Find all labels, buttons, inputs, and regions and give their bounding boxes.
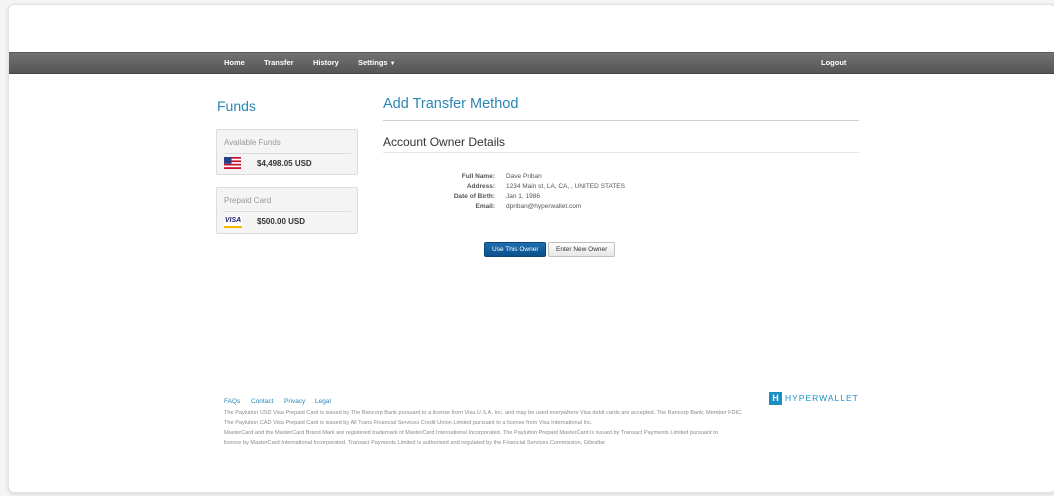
nav-home[interactable]: Home xyxy=(224,58,245,67)
detail-label-address: Address: xyxy=(466,183,495,190)
nav-logout[interactable]: Logout xyxy=(821,58,846,67)
footer-disclaimer-line: The Paylution CAD Visa Prepaid Card is i… xyxy=(224,420,593,426)
available-funds-card: Available Funds $4,498.05 USD xyxy=(216,129,358,175)
hyperwallet-logo: H HYPERWALLET xyxy=(769,391,859,405)
footer-disclaimer-line: The Paylution USD Visa Prepaid Card is i… xyxy=(224,410,743,416)
detail-label-email: Email: xyxy=(475,203,495,210)
detail-label-dob: Date of Birth: xyxy=(453,193,495,200)
detail-label-full-name: Full Name: xyxy=(461,173,495,180)
prepaid-card-amount: $500.00 USD xyxy=(257,217,306,226)
top-navbar: Home Transfer History Settings ▼ Logout xyxy=(9,52,1054,74)
use-this-owner-button[interactable]: Use This Owner xyxy=(484,242,547,257)
section-divider xyxy=(383,152,859,153)
visa-icon: VISA xyxy=(224,216,242,228)
title-divider xyxy=(383,120,859,121)
funds-heading: Funds xyxy=(217,98,256,114)
footer-link-faqs[interactable]: FAQs xyxy=(224,398,240,405)
caret-down-icon: ▼ xyxy=(389,61,396,67)
nav-transfer[interactable]: Transfer xyxy=(264,58,294,67)
prepaid-card-box: Prepaid Card VISA $500.00 USD xyxy=(216,187,358,234)
footer-disclaimer-line: licence by MasterCard International Inco… xyxy=(224,440,606,446)
enter-new-owner-button[interactable]: Enter New Owner xyxy=(548,242,616,257)
section-title: Account Owner Details xyxy=(383,135,506,149)
detail-value-dob: Jan 1, 1986 xyxy=(506,193,540,200)
card-divider xyxy=(223,211,351,212)
nav-history[interactable]: History xyxy=(313,58,339,67)
card-divider xyxy=(223,153,351,154)
detail-value-address: 1234 Main st, LA, CA, , UNITED STATES xyxy=(506,183,625,190)
hyperwallet-logo-icon: H xyxy=(769,391,782,405)
available-funds-label: Available Funds xyxy=(224,138,281,147)
footer-link-contact[interactable]: Contact xyxy=(251,398,273,405)
footer-link-privacy[interactable]: Privacy xyxy=(284,398,305,405)
detail-value-email: dpriban@hyperwallet.com xyxy=(506,203,582,210)
available-funds-amount: $4,498.05 USD xyxy=(257,159,312,168)
hyperwallet-logo-text: HYPERWALLET xyxy=(785,393,859,403)
footer-disclaimer-line: MasterCard and the MasterCard Brand Mark… xyxy=(224,430,718,436)
prepaid-card-label: Prepaid Card xyxy=(224,196,272,205)
nav-settings-label: Settings xyxy=(358,58,388,67)
detail-value-full-name: Dave Priban xyxy=(506,173,542,180)
app-window: Home Transfer History Settings ▼ Logout F… xyxy=(8,4,1054,493)
nav-settings[interactable]: Settings ▼ xyxy=(358,58,396,67)
us-flag-icon xyxy=(224,157,241,169)
footer-link-legal[interactable]: Legal xyxy=(315,398,331,405)
page-title: Add Transfer Method xyxy=(383,96,519,112)
